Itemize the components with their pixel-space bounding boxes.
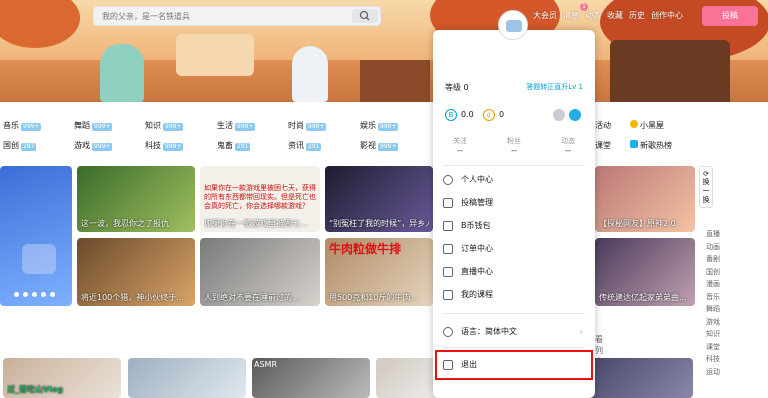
category-item[interactable]: 资讯 291 [288, 140, 322, 151]
menu-profile[interactable]: 个人中心 [443, 170, 585, 190]
user-icon [443, 175, 453, 185]
wallet-icon [443, 221, 453, 231]
carousel-dots[interactable] [14, 292, 64, 298]
video-card[interactable]: 牛肉粒做牛排 用500克和10斤的牛肉... [325, 238, 433, 306]
user-stats: 关注 -- 粉丝 -- 动态 -- [433, 136, 595, 162]
nav-creator-center[interactable]: 创作中心 [651, 10, 683, 22]
stat-following[interactable]: 关注 -- [433, 136, 487, 155]
nav-dynamics[interactable]: 动态 [585, 10, 601, 22]
right-nav-item[interactable]: 游戏 [706, 316, 726, 329]
category-item[interactable]: 影视 999+ [360, 140, 399, 151]
language-selector[interactable]: 语言：简体中文 › [443, 322, 585, 342]
right-nav-item[interactable]: 舞蹈 [706, 303, 726, 316]
live-icon [443, 267, 453, 277]
divider [443, 313, 585, 314]
refresh-button[interactable]: ⟳ 换一换 [699, 166, 713, 208]
right-nav-item[interactable]: 音乐 [706, 291, 726, 304]
video-card[interactable] [128, 358, 246, 398]
trophy-icon [630, 120, 638, 128]
video-card[interactable]: “别冤枉了我的时候”，异乡人 [325, 166, 433, 232]
stat-followers[interactable]: 粉丝 -- [487, 136, 541, 155]
stat-dynamics[interactable]: 动态 -- [541, 136, 595, 155]
refresh-icon: ⟳ [703, 170, 709, 178]
banner-cake [176, 34, 254, 76]
category-item[interactable]: 活动 [595, 120, 611, 131]
order-icon [443, 244, 453, 254]
menu-my-courses[interactable]: 我的课程 [443, 285, 585, 305]
category-item[interactable]: 音乐 999+ [3, 120, 42, 131]
promo-logo [22, 244, 56, 274]
video-card[interactable]: 传统建达亿起家弟弟曲... [595, 238, 695, 306]
right-nav-item[interactable]: 直播 [706, 228, 726, 241]
nav-history[interactable]: 历史 [629, 10, 645, 22]
banner-house [360, 60, 430, 102]
wallet-summary: B 0.0 ¢ 0 [445, 109, 585, 123]
right-nav-item[interactable]: 番剧 [706, 253, 726, 266]
avatar-face-icon [506, 20, 522, 32]
category-item[interactable]: 生活 999+ [217, 120, 256, 131]
category-item[interactable]: 国创 287 [3, 140, 37, 151]
search-button[interactable] [352, 9, 378, 23]
video-card[interactable]: 如果你在一款游戏里被困七天，获得的所有东西都带回现实。但是死亡也会真的死亡，你会… [200, 166, 320, 232]
category-item[interactable]: 鬼畜 291 [217, 140, 251, 151]
right-nav-item[interactable]: 动画 [706, 241, 726, 254]
video-card[interactable]: 过_普吃山Vlog [3, 358, 121, 398]
shop-icon[interactable] [553, 109, 565, 121]
promo-carousel[interactable] [0, 166, 72, 306]
course-icon [443, 290, 453, 300]
menu-live-center[interactable]: 直播中心 [443, 262, 585, 282]
right-nav-list: 直播 动画 番剧 国创 漫画 音乐 舞蹈 游戏 知识 课堂 科技 运动 [706, 228, 726, 378]
user-level: 等级 0 [445, 83, 469, 92]
post-button[interactable]: 投稿 [702, 6, 758, 26]
search-input[interactable] [100, 9, 340, 23]
top-nav: 大会员 消息 动态 收藏 历史 创作中心 [533, 10, 683, 22]
category-item[interactable]: 舞蹈 999+ [74, 120, 113, 131]
user-avatar[interactable] [498, 10, 528, 40]
nav-messages[interactable]: 消息 [563, 10, 579, 22]
category-item[interactable]: 科技 999+ [145, 140, 184, 151]
b-coin-icon: B [445, 109, 457, 121]
category-item[interactable]: 时尚 999+ [288, 120, 327, 131]
menu-orders[interactable]: 订单中心 [443, 239, 585, 259]
chevron-right-icon: › [579, 327, 583, 336]
category-item[interactable]: 课堂 [595, 140, 611, 151]
menu-wallet[interactable]: B币钱包 [443, 216, 585, 236]
right-nav-item[interactable]: 知识 [706, 328, 726, 341]
category-item[interactable]: 新歌热榜 [630, 140, 672, 151]
banner-character [100, 44, 144, 102]
category-item[interactable]: 娱乐 999+ [360, 120, 399, 131]
logout-highlight-box [435, 350, 593, 380]
divider [443, 347, 585, 348]
message-badge: 1 [580, 3, 588, 11]
coin-icon: ¢ [483, 109, 495, 121]
right-nav-item[interactable]: 课堂 [706, 341, 726, 354]
banner-character [292, 46, 328, 102]
search-icon [359, 10, 370, 21]
video-card[interactable]: ASMR [252, 358, 370, 398]
level-up-link[interactable]: 答题转正直升Lv 1 [526, 82, 583, 92]
category-item[interactable]: 知识 999+ [145, 120, 184, 131]
category-item[interactable]: 小黑屋 [630, 120, 664, 131]
right-nav-item[interactable]: 国创 [706, 266, 726, 279]
upload-icon [443, 198, 453, 208]
nav-vip[interactable]: 大会员 [533, 10, 557, 22]
banner-house [610, 40, 730, 102]
right-nav-item[interactable]: 运动 [706, 366, 726, 379]
nav-favorites[interactable]: 收藏 [607, 10, 623, 22]
vip-icon[interactable] [569, 109, 581, 121]
right-nav-item[interactable]: 科技 [706, 353, 726, 366]
music-chart-icon [630, 140, 638, 148]
category-item[interactable]: 游戏 999+ [74, 140, 113, 151]
menu-upload-manage[interactable]: 投稿管理 [443, 193, 585, 213]
video-card[interactable]: 将近100个猎，神小伙终于... [77, 238, 195, 306]
globe-icon [443, 327, 453, 337]
video-card[interactable]: 这一波，我忍你之了报仇 [77, 166, 195, 232]
right-nav-item[interactable]: 漫画 [706, 278, 726, 291]
search-bar[interactable] [93, 6, 381, 26]
video-card[interactable]: 人到绝对不要在睡前过的... [200, 238, 320, 306]
video-card[interactable]: 【探秘网友】原神2.0 [595, 166, 695, 232]
divider [443, 165, 585, 166]
user-dropdown-panel: 等级 0 答题转正直升Lv 1 B 0.0 ¢ 0 关注 -- 粉丝 -- 动态 --… [433, 30, 595, 398]
